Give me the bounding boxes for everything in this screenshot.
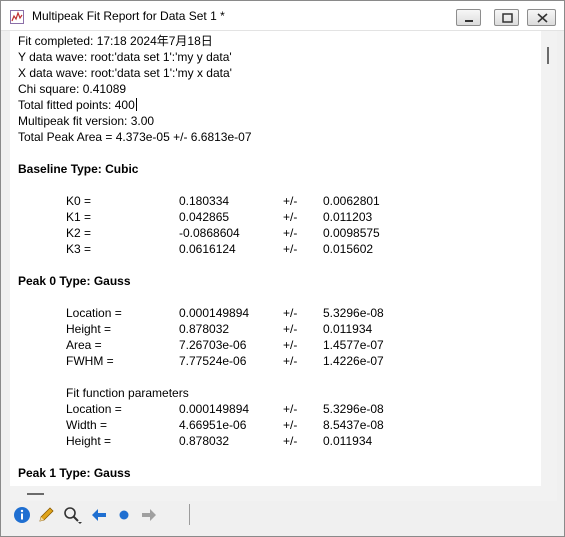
param-error: 0.011934 — [323, 434, 373, 448]
fit-completed-line: Fit completed: 17:18 2024年7月18日 — [18, 34, 213, 48]
plus-minus: +/- — [283, 210, 298, 224]
minimize-icon — [465, 20, 473, 22]
baseline-heading: Baseline Type: Cubic — [18, 162, 139, 176]
param-name: K3 = — [66, 242, 92, 256]
param-value: 0.000149894 — [179, 306, 250, 320]
param-name: Width = — [66, 418, 108, 432]
param-name: K2 = — [66, 226, 92, 240]
horizontal-scroll-thumb[interactable] — [27, 493, 44, 495]
back-arrow-icon[interactable] — [89, 505, 109, 525]
peak1-heading: Peak 1 Type: Gauss — [18, 466, 131, 480]
minimize-button[interactable] — [456, 9, 481, 26]
param-name: Height = — [66, 322, 112, 336]
plus-minus: +/- — [283, 434, 298, 448]
param-name: Area = — [66, 338, 102, 352]
param-value: 4.66951e-06 — [179, 418, 247, 432]
param-error: 1.4226e-07 — [323, 354, 384, 368]
param-error: 0.011203 — [323, 210, 373, 224]
param-name: FWHM = — [66, 354, 114, 368]
maximize-icon — [502, 13, 513, 23]
horizontal-scrollbar[interactable] — [10, 486, 541, 501]
report-window: Multipeak Fit Report for Data Set 1 * Fi… — [0, 0, 565, 537]
plus-minus: +/- — [283, 354, 298, 368]
vertical-scroll-thumb[interactable] — [547, 47, 549, 64]
plus-minus: +/- — [283, 226, 298, 240]
param-value: 0.042865 — [179, 210, 230, 224]
magnifier-dropdown-icon[interactable] — [62, 505, 84, 525]
info-icon[interactable] — [12, 505, 32, 525]
chi-square-line: Chi square: 0.41089 — [18, 82, 127, 96]
param-error: 0.0098575 — [323, 226, 380, 240]
plus-minus: +/- — [283, 242, 298, 256]
param-name: K0 = — [66, 194, 92, 208]
report-body: Fit completed: 17:18 2024年7月18日 Y data w… — [18, 33, 384, 486]
param-name: Height = — [66, 434, 112, 448]
maximize-button[interactable] — [494, 9, 519, 26]
param-error: 5.3296e-08 — [323, 306, 384, 320]
version-line: Multipeak fit version: 3.00 — [18, 114, 155, 128]
fit-params-heading: Fit function parameters — [66, 386, 189, 400]
param-error: 0.011934 — [323, 322, 373, 336]
total-points-line: Total fitted points: 400 — [18, 97, 137, 113]
dot-icon[interactable] — [114, 505, 134, 525]
param-name: Location = — [66, 402, 122, 416]
plus-minus: +/- — [283, 418, 298, 432]
param-value: 0.0616124 — [179, 242, 236, 256]
param-value: 7.77524e-06 — [179, 354, 247, 368]
plus-minus: +/- — [283, 402, 298, 416]
peak0-heading: Peak 0 Type: Gauss — [18, 274, 131, 288]
param-value: 0.878032 — [179, 434, 230, 448]
param-error: 8.5437e-08 — [323, 418, 384, 432]
pencil-icon[interactable] — [36, 505, 56, 525]
param-value: 0.000149894 — [179, 402, 250, 416]
plus-minus: +/- — [283, 338, 298, 352]
x-data-wave-line: X data wave: root:'data set 1':'my x dat… — [18, 66, 232, 80]
bottom-toolbar — [10, 501, 557, 528]
plus-minus: +/- — [283, 306, 298, 320]
param-error: 5.3296e-08 — [323, 402, 384, 416]
title-bar[interactable]: Multipeak Fit Report for Data Set 1 * — [1, 1, 564, 31]
plus-minus: +/- — [283, 194, 298, 208]
param-error: 0.015602 — [323, 242, 374, 256]
text-caret — [135, 98, 137, 111]
forward-arrow-icon[interactable] — [139, 505, 159, 525]
param-value: 0.878032 — [179, 322, 230, 336]
param-error: 1.4577e-07 — [323, 338, 384, 352]
report-text-area[interactable]: Fit completed: 17:18 2024年7月18日 Y data w… — [10, 31, 541, 486]
param-value: 7.26703e-06 — [179, 338, 247, 352]
window-title: Multipeak Fit Report for Data Set 1 * — [32, 9, 225, 23]
y-data-wave-line: Y data wave: root:'data set 1':'my y dat… — [18, 50, 232, 64]
vertical-scrollbar[interactable] — [541, 31, 557, 501]
close-icon — [537, 13, 548, 23]
app-icon — [10, 10, 24, 24]
param-value: 0.180334 — [179, 194, 230, 208]
param-name: K1 = — [66, 210, 92, 224]
total-peak-area-line: Total Peak Area = 4.373e-05 +/- 6.6813e-… — [18, 130, 252, 144]
plus-minus: +/- — [283, 322, 298, 336]
param-name: Location = — [66, 306, 122, 320]
param-error: 0.0062801 — [323, 194, 380, 208]
toolbar-separator — [189, 504, 190, 525]
param-value: -0.0868604 — [179, 226, 240, 240]
total-points-text: Total fitted points: 400 — [18, 98, 135, 112]
close-button[interactable] — [527, 9, 556, 26]
